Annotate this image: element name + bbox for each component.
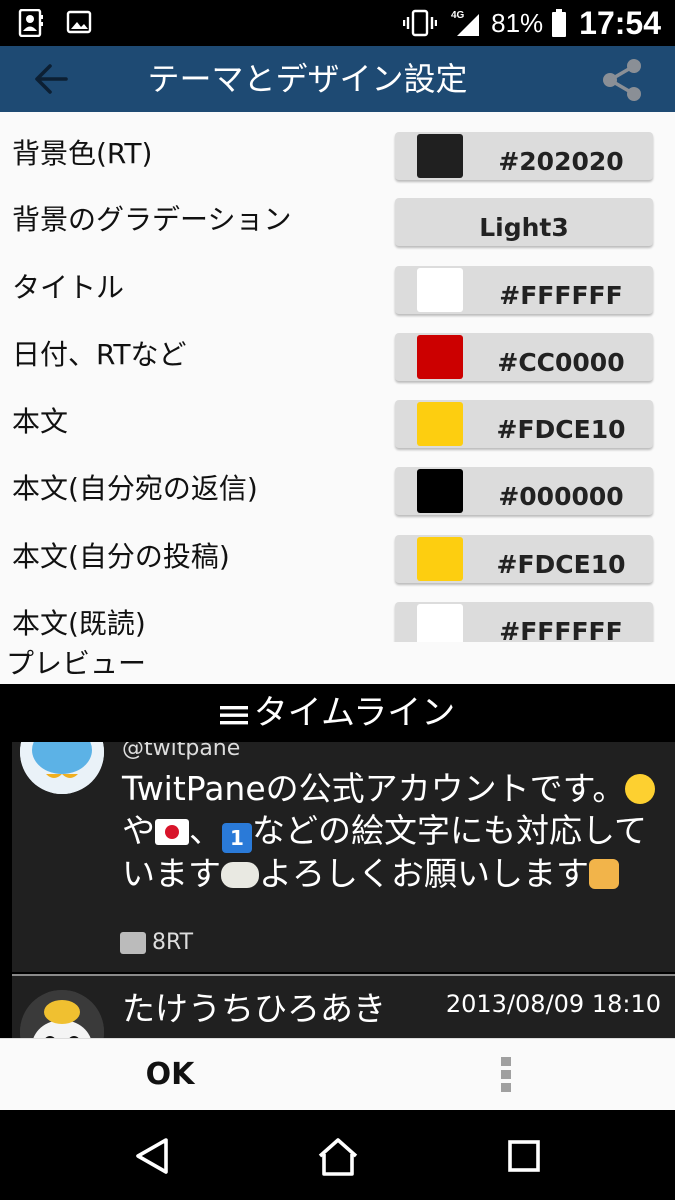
setting-label: 背景色(RT) <box>12 137 153 170</box>
color-swatch <box>417 402 463 446</box>
hamburger-icon <box>219 705 248 724</box>
setting-row-body-read: 本文(既読) #FFFFFF <box>0 594 675 642</box>
keycap-one-emoji-icon: 1 <box>222 823 252 853</box>
retweet-icon <box>120 931 146 954</box>
setting-label: 本文(自分宛の返信) <box>12 472 258 505</box>
color-swatch <box>417 268 463 312</box>
color-swatch <box>417 537 463 581</box>
gradient-button[interactable]: Light3 <box>395 198 653 246</box>
tweet-card: たけうちひろあき 2013/08/09 18:10 <box>12 976 675 1038</box>
color-button-date-rt[interactable]: #CC0000 <box>395 333 653 381</box>
network-type: 4G <box>451 10 465 21</box>
tweet-handle: @twitpane <box>122 742 241 761</box>
status-right: 4G 81% 17:54 <box>403 0 661 46</box>
color-swatch <box>417 335 463 379</box>
setting-row-bg-rt: 背景色(RT) #202020 <box>0 124 675 184</box>
setting-row-body: 本文 #FDCE10 <box>0 392 675 452</box>
setting-label: 背景のグラデーション <box>12 203 292 236</box>
home-icon[interactable] <box>314 1132 362 1180</box>
color-value: #FFFFFF <box>499 281 623 310</box>
color-button-body[interactable]: #FDCE10 <box>395 400 653 448</box>
image-icon <box>66 10 92 34</box>
contacts-icon <box>18 9 43 37</box>
tweet-line3b: よろしくお願いします <box>259 854 589 893</box>
battery-percent: 81% <box>491 7 544 38</box>
tweet-author-name: たけうちひろあき <box>122 989 386 1028</box>
share-icon[interactable] <box>598 56 646 104</box>
setting-row-title: タイトル #FFFFFF <box>0 258 675 318</box>
color-button-title[interactable]: #FFFFFF <box>395 266 653 314</box>
back-triangle-icon[interactable] <box>128 1132 176 1180</box>
color-value: #FFFFFF <box>499 617 623 642</box>
preview-label: プレビュー <box>6 647 147 680</box>
color-swatch <box>417 134 463 178</box>
color-value: #FDCE10 <box>496 415 626 444</box>
navigation-bar <box>0 1110 675 1200</box>
recents-icon[interactable] <box>500 1132 548 1180</box>
status-bar: 4G 81% 17:54 <box>0 0 675 46</box>
signal-icon: 4G <box>451 10 480 36</box>
color-swatch <box>417 469 463 513</box>
thumbs-up-emoji-icon <box>589 859 619 889</box>
tweet-line2a: や <box>122 811 155 850</box>
timeline-preview: タイムライン @twitpane TwitPaneの公式アカウントです。 や、 1… <box>0 684 675 1038</box>
color-button-body-own[interactable]: #FDCE10 <box>395 535 653 583</box>
japan-flag-emoji-icon <box>155 819 189 845</box>
setting-label: タイトル <box>12 271 125 304</box>
smile-emoji-icon <box>625 774 656 804</box>
preview-header: タイムライン <box>0 684 675 742</box>
color-button-body-read[interactable]: #FFFFFF <box>395 602 653 642</box>
setting-label: 日付、RTなど <box>12 338 187 371</box>
ok-button[interactable]: OK <box>110 1039 230 1111</box>
app-bar: テーマとデザイン設定 <box>0 46 675 112</box>
avatar-takeuchi <box>20 990 104 1038</box>
vibrate-icon <box>403 9 438 37</box>
page-title: テーマとデザイン設定 <box>147 60 468 98</box>
more-vertical-icon[interactable] <box>494 1053 518 1097</box>
tweet-line2c: などの絵文字にも対応して <box>252 811 648 850</box>
color-value: #CC0000 <box>497 348 625 377</box>
color-value: #FDCE10 <box>496 550 626 579</box>
tweet-line3a: います <box>122 854 221 893</box>
battery-icon <box>552 9 567 37</box>
bird-avatar-icon <box>20 742 104 794</box>
setting-row-body-own: 本文(自分の投稿) #FDCE10 <box>0 527 675 587</box>
setting-row-gradient: 背景のグラデーション Light3 <box>0 190 675 250</box>
gradient-value: Light3 <box>479 213 569 242</box>
status-clock: 17:54 <box>579 4 661 41</box>
settings-list[interactable]: 背景色(RT) #202020 背景のグラデーション Light3 タイトル #… <box>0 112 675 642</box>
preview-header-title: タイムライン <box>253 693 456 733</box>
color-value: #202020 <box>498 147 624 176</box>
setting-label: 本文(既読) <box>12 607 146 640</box>
color-swatch <box>417 604 463 642</box>
tweet-line1: TwitPaneの公式アカウントです。 <box>122 769 626 808</box>
setting-label: 本文 <box>12 405 69 438</box>
tweet-card: @twitpane TwitPaneの公式アカウントです。 や、 1 などの絵文字に… <box>12 742 675 972</box>
sheep-emoji-icon <box>221 862 259 888</box>
color-value: #000000 <box>498 482 624 511</box>
dialog-footer: OK <box>0 1038 675 1110</box>
retweet-count-text: 8RT <box>152 930 194 955</box>
tweet-body: TwitPaneの公式アカウントです。 や、 1 などの絵文字にも対応して いますよ… <box>122 768 667 895</box>
panda-avatar-icon <box>20 990 104 1038</box>
color-button-body-reply[interactable]: #000000 <box>395 467 653 515</box>
tweet-line2b: 、 <box>189 811 222 850</box>
color-button-bg-rt[interactable]: #202020 <box>395 132 653 180</box>
avatar-twitpane <box>20 742 104 794</box>
setting-label: 本文(自分の投稿) <box>12 540 230 573</box>
tweet-date: 2013/08/09 18:10 <box>445 990 661 1018</box>
setting-row-date-rt: 日付、RTなど #CC0000 <box>0 325 675 385</box>
status-left-icons <box>18 9 92 37</box>
retweet-count: 8RT <box>120 930 193 955</box>
setting-row-body-reply: 本文(自分宛の返信) #000000 <box>0 459 675 519</box>
